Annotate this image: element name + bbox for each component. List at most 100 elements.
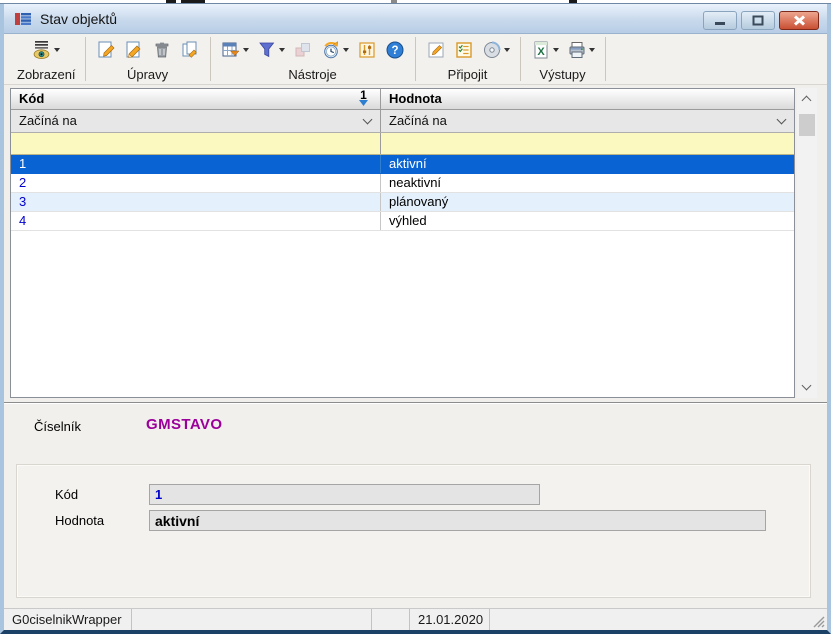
link-icon xyxy=(295,43,310,57)
row-kod-cell[interactable]: 1 xyxy=(11,155,381,173)
toolbar: Zobrazení Úpravy ? Nástroje Připojit X V… xyxy=(4,34,827,85)
toolbar-group-vystupy: X Výstupy xyxy=(521,34,605,84)
row-hodnota-cell[interactable]: plánovaný xyxy=(381,193,794,211)
kod-field-label: Kód xyxy=(55,487,79,502)
chevron-down-icon xyxy=(776,114,787,125)
minimize-icon xyxy=(715,21,725,25)
column-header-hodnota[interactable]: Hodnota xyxy=(381,89,794,109)
filter-operator-label: Začíná na xyxy=(19,113,77,128)
toolbar-group-label: Výstupy xyxy=(539,67,586,82)
records-grid: Kód 1 Hodnota Začíná na Začíná na 1 akti… xyxy=(10,88,795,398)
table-row[interactable]: 2 neaktivní xyxy=(11,174,794,193)
table-settings-button[interactable] xyxy=(220,39,250,61)
sort-desc-arrow-icon xyxy=(359,100,368,106)
new-record-button[interactable] xyxy=(95,39,117,61)
sort-order-number: 1 xyxy=(360,89,367,102)
window-title: Stav objektů xyxy=(40,10,118,27)
dropdown-caret-icon xyxy=(552,48,559,52)
edit-record-button[interactable] xyxy=(123,39,145,61)
scrollbar-thumb[interactable] xyxy=(799,114,815,136)
column-header-label: Kód xyxy=(19,91,45,106)
dropdown-caret-icon xyxy=(503,48,510,52)
dropdown-caret-icon xyxy=(242,48,249,52)
table-row[interactable]: 3 plánovaný xyxy=(11,193,794,212)
search-kod-input[interactable] xyxy=(11,133,380,154)
table-row[interactable]: 1 aktivní xyxy=(11,155,794,174)
dropdown-caret-icon xyxy=(54,48,61,52)
toolbar-group-label: Nástroje xyxy=(288,67,337,82)
print-button[interactable] xyxy=(566,39,596,61)
grid-search-row xyxy=(11,133,794,155)
row-kod-cell[interactable]: 4 xyxy=(11,212,381,230)
note-edit-icon xyxy=(428,42,444,58)
grid-filter-row: Začíná na Začíná na xyxy=(11,110,794,133)
kod-field[interactable] xyxy=(149,484,540,505)
filter-button[interactable] xyxy=(256,39,286,61)
delete-record-button[interactable] xyxy=(151,39,173,61)
scroll-down-icon[interactable] xyxy=(801,380,812,391)
search-hodnota-input[interactable] xyxy=(381,133,794,154)
excel-export-button[interactable]: X xyxy=(530,39,560,61)
titlebar[interactable]: Stav objektů xyxy=(4,4,827,34)
table-row[interactable]: 4 výhled xyxy=(11,212,794,231)
statusbar-cell: G0ciselnikWrapper xyxy=(4,609,132,630)
statusbar-cell xyxy=(490,609,827,630)
media-icon xyxy=(483,41,501,58)
checklist-button[interactable] xyxy=(453,39,475,61)
chevron-down-icon xyxy=(362,114,373,125)
copy-record-button[interactable] xyxy=(179,39,201,61)
filter-operator-label: Začíná na xyxy=(389,113,447,128)
filter-icon xyxy=(258,42,274,58)
row-kod-cell[interactable]: 2 xyxy=(11,174,381,192)
print-icon xyxy=(569,42,585,58)
vertical-scrollbar[interactable] xyxy=(797,88,817,398)
column-header-kod[interactable]: Kód 1 xyxy=(11,89,381,109)
view-menu-button[interactable] xyxy=(31,39,61,61)
toolbar-separator xyxy=(604,37,606,81)
parameters-button[interactable] xyxy=(356,39,378,61)
dropdown-caret-icon xyxy=(342,48,349,52)
detail-groupbox: Kód Hodnota xyxy=(16,464,811,598)
help-icon: ? xyxy=(386,41,404,59)
table-settings-icon xyxy=(222,42,240,57)
close-icon xyxy=(793,15,805,26)
toolbar-group-label: Zobrazení xyxy=(17,67,76,82)
link-button[interactable] xyxy=(292,39,314,61)
window-controls xyxy=(703,11,819,30)
media-button[interactable] xyxy=(481,39,511,61)
filter-combo-hodnota[interactable]: Začíná na xyxy=(381,110,794,132)
row-kod-cell[interactable]: 3 xyxy=(11,193,381,211)
maximize-icon xyxy=(752,15,764,26)
grid-header-row: Kód 1 Hodnota xyxy=(11,89,794,110)
row-hodnota-cell[interactable]: neaktivní xyxy=(381,174,794,192)
hodnota-field-label: Hodnota xyxy=(55,513,105,528)
row-hodnota-cell[interactable]: aktivní xyxy=(381,155,794,173)
statusbar-cell xyxy=(372,609,410,630)
sort-indicator[interactable]: 1 xyxy=(359,89,368,106)
statusbar-cell: 21.01.2020 xyxy=(410,609,490,630)
toolbar-group-upravy: Úpravy xyxy=(86,34,210,84)
view-eye-icon xyxy=(33,41,50,59)
note-edit-button[interactable] xyxy=(425,39,447,61)
filter-combo-kod[interactable]: Začíná na xyxy=(11,110,381,132)
scroll-up-icon[interactable] xyxy=(801,95,812,106)
delete-record-icon xyxy=(155,42,168,58)
toolbar-group-pripojit: Připojit xyxy=(416,34,520,84)
help-button[interactable]: ? xyxy=(384,39,406,61)
grid-rows: 1 aktivní 2 neaktivní 3 plánovaný 4 výhled xyxy=(11,155,794,231)
refresh-button[interactable] xyxy=(320,39,350,61)
maximize-button[interactable] xyxy=(741,11,775,30)
dropdown-caret-icon xyxy=(278,48,285,52)
copy-record-icon xyxy=(182,41,197,58)
resize-grip[interactable] xyxy=(812,615,825,628)
minimize-button[interactable] xyxy=(703,11,737,30)
toolbar-group-nastroje: ? Nástroje xyxy=(211,34,415,84)
excel-export-icon: X xyxy=(534,41,548,59)
status-bar: G0ciselnikWrapper 21.01.2020 xyxy=(4,608,827,630)
ciselnik-label: Číselník xyxy=(34,419,81,434)
new-record-icon xyxy=(98,41,115,58)
hodnota-field[interactable] xyxy=(149,510,766,531)
search-cell-kod xyxy=(11,133,381,154)
close-button[interactable] xyxy=(779,11,819,30)
row-hodnota-cell[interactable]: výhled xyxy=(381,212,794,230)
